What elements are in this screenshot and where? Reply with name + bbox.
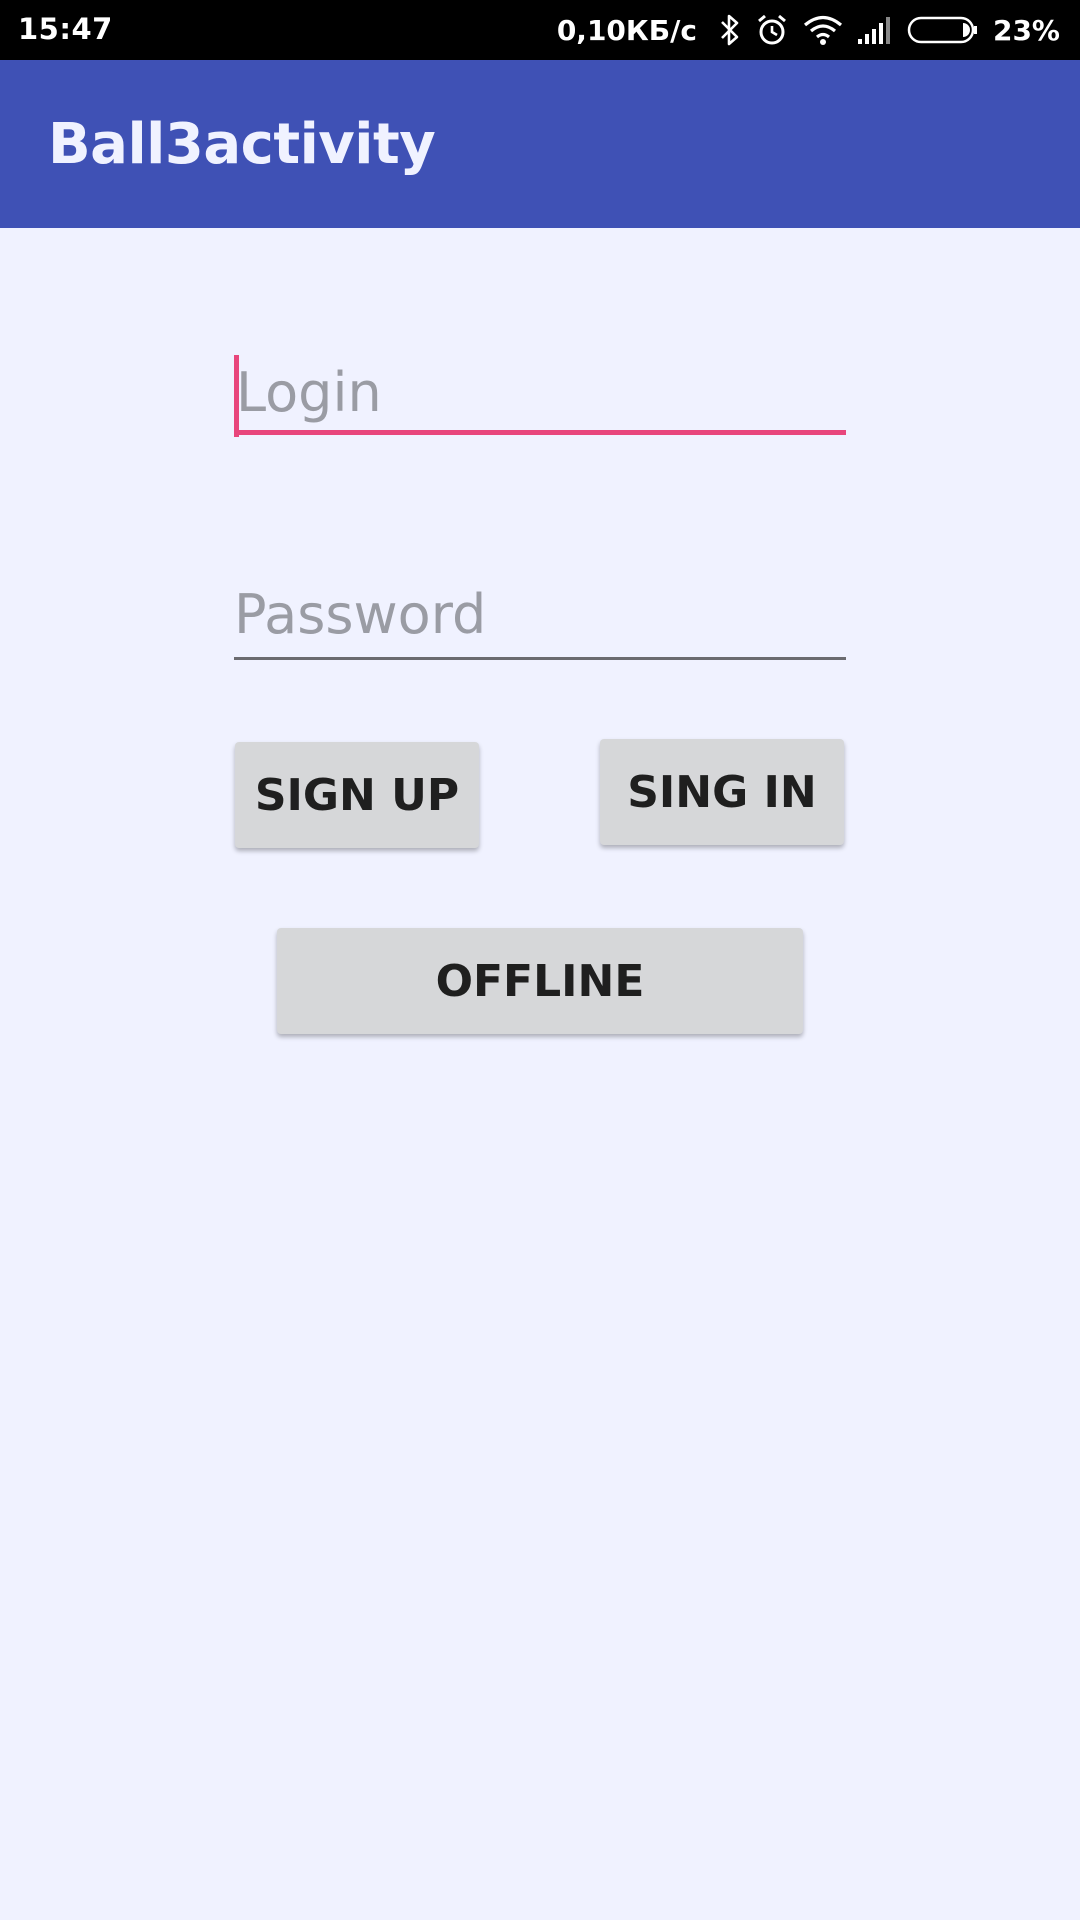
login-input[interactable] (234, 355, 846, 435)
status-bar: 15:47 0,10КБ/с 23% (0, 0, 1080, 60)
password-field-container (234, 572, 846, 660)
offline-button[interactable]: OFFLINE (277, 928, 803, 1034)
alarm-icon (755, 13, 789, 47)
bluetooth-icon (719, 13, 741, 47)
app-title: Ball3activity (48, 112, 436, 177)
sign-in-button[interactable]: SING IN (600, 739, 844, 845)
network-speed: 0,10КБ/с (556, 13, 697, 47)
status-time: 15:47 (18, 12, 113, 46)
status-icons: 0,10КБ/с 23% (557, 0, 1060, 60)
screen: 15:47 0,10КБ/с 23% Ball3activity Login S… (0, 0, 1080, 1920)
wifi-icon (803, 14, 843, 46)
battery-icon (907, 15, 979, 45)
battery-percent: 23% (992, 13, 1060, 47)
password-input[interactable] (234, 572, 846, 660)
login-field-container (234, 355, 846, 437)
sign-up-button[interactable]: SIGN UP (235, 742, 479, 848)
app-bar: Ball3activity (0, 60, 1080, 228)
text-cursor (234, 355, 239, 437)
signal-icon (857, 15, 893, 45)
